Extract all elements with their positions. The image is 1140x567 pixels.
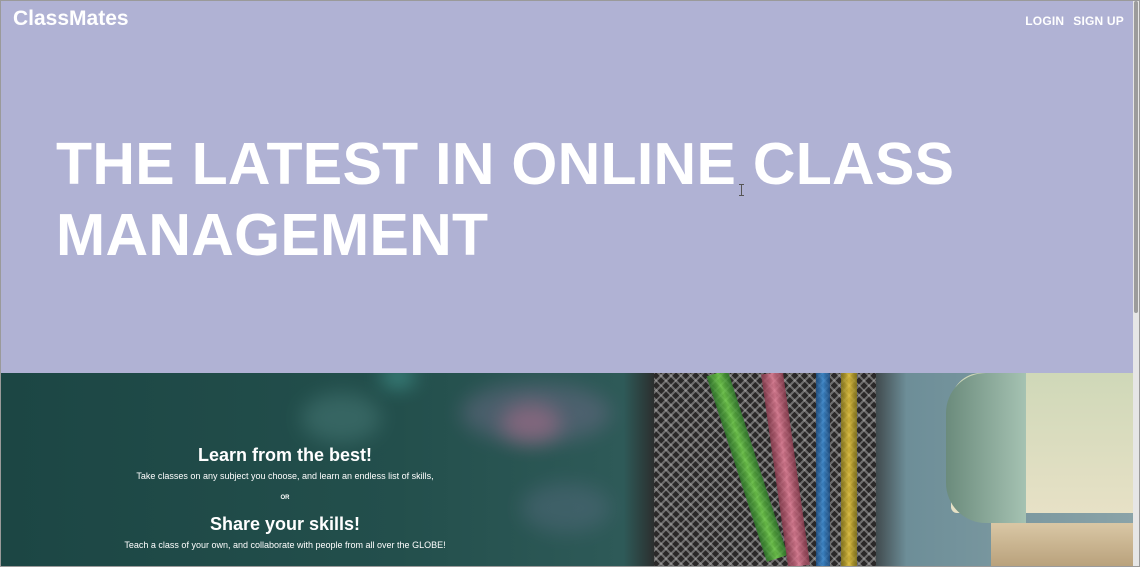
login-link[interactable]: LOGIN [1025, 14, 1064, 28]
page-scrollbar[interactable] [1133, 1, 1139, 566]
feature-section: Learn from the best! Take classes on any… [1, 373, 1133, 566]
share-heading: Share your skills! [209, 514, 361, 534]
top-nav: LOGIN SIGN UP [1025, 14, 1124, 28]
scrollbar-thumb[interactable] [1134, 1, 1138, 313]
book-pages [991, 523, 1133, 566]
bokeh-light [381, 373, 415, 387]
or-divider: OR [280, 495, 290, 501]
brand-logo[interactable]: ClassMates [13, 7, 129, 31]
bokeh-light [501, 403, 561, 443]
book-spine [946, 373, 1026, 523]
blue-pencil [816, 373, 830, 566]
feature-copy: Learn from the best! Take classes on any… [101, 443, 469, 552]
bokeh-light [521, 483, 611, 533]
browser-viewport: ClassMates LOGIN SIGN UP THE LATEST IN O… [0, 0, 1140, 567]
hero-headline: THE LATEST IN ONLINE CLASS MANAGEMENT [56, 129, 956, 271]
text-cursor-icon [739, 184, 745, 196]
headline-line-1: THE LATEST IN ONLINE CLASS [56, 131, 955, 197]
headline-line-2: MANAGEMENT [56, 202, 489, 268]
signup-link[interactable]: SIGN UP [1073, 14, 1124, 28]
learn-description: Take classes on any subject you choose, … [136, 471, 434, 481]
bokeh-light [301, 393, 381, 443]
yellow-pencil [841, 373, 857, 566]
learn-heading: Learn from the best! [197, 445, 373, 465]
share-description: Teach a class of your own, and collabora… [124, 540, 446, 550]
hero-section: ClassMates LOGIN SIGN UP THE LATEST IN O… [1, 1, 1133, 373]
